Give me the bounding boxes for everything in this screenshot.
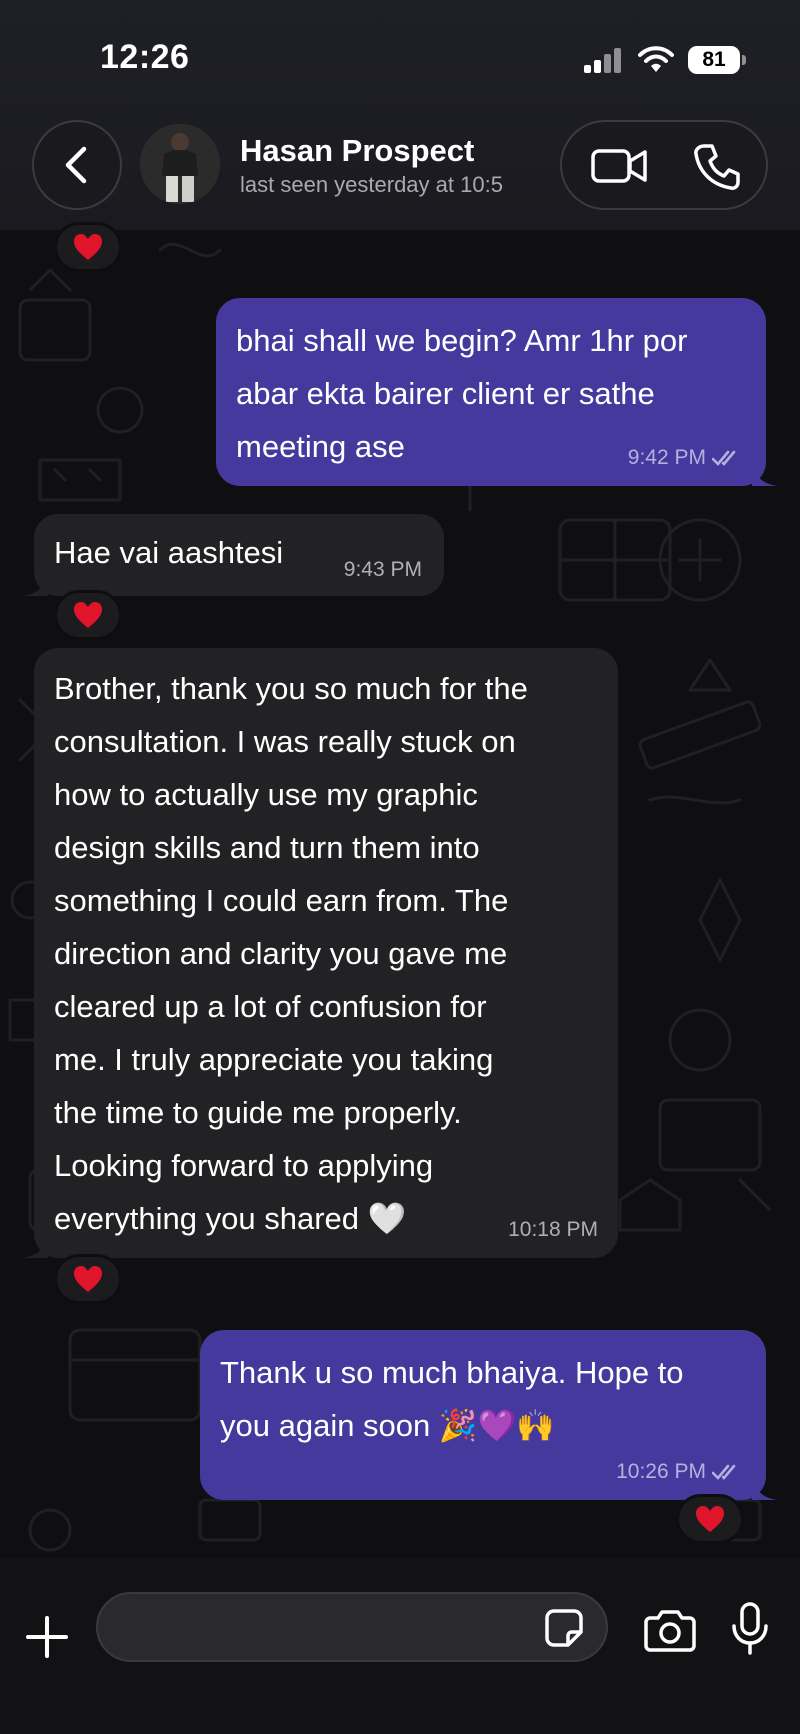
message-bubble-incoming[interactable]: Brother, thank you so much for the consu…: [22, 648, 618, 1258]
message-input[interactable]: [96, 1592, 608, 1662]
message-bubble-outgoing[interactable]: bhai shall we begin? Amr 1hr por abar ek…: [216, 298, 778, 486]
read-receipt-icon: [712, 1464, 736, 1480]
message-line: everything you shared 🤍: [54, 1201, 407, 1236]
message-timestamp: 10:26 PM: [616, 1460, 742, 1484]
video-call-icon: [591, 149, 647, 183]
message-line: Brother, thank you so much for the: [54, 671, 528, 706]
back-chevron-icon: [65, 146, 87, 184]
message-text: bhai shall we begin? Amr 1hr por abar ek…: [236, 314, 687, 473]
message-bubble-outgoing[interactable]: Thank u so much bhaiya. Hope to you agai…: [200, 1330, 778, 1500]
contact-name[interactable]: Hasan Prospect: [240, 133, 474, 169]
message-text: Hae vai aashtesi: [54, 526, 283, 579]
message-input-bar: [0, 1558, 800, 1734]
voice-call-button[interactable]: [692, 142, 742, 192]
video-call-button[interactable]: [590, 146, 650, 186]
message-line: the time to guide me properly.: [54, 1095, 462, 1130]
heart-icon: [696, 1506, 724, 1532]
timestamp-text: 10:18 PM: [508, 1218, 598, 1241]
heart-icon: [74, 234, 102, 260]
message-line: abar ekta bairer client er sathe: [236, 376, 655, 411]
read-receipt-icon: [712, 450, 736, 466]
message-line: bhai shall we begin? Amr 1hr por: [236, 323, 688, 358]
bubble-tail: [22, 1232, 48, 1258]
message-timestamp: 10:18 PM: [508, 1218, 598, 1242]
battery-icon: 81: [688, 46, 746, 74]
plus-icon: [26, 1616, 68, 1658]
message-timestamp: 9:43 PM: [344, 558, 422, 582]
sticker-icon: [545, 1609, 583, 1647]
call-actions: [560, 120, 768, 210]
bubble-tail: [752, 460, 778, 486]
contact-avatar[interactable]: [140, 124, 220, 204]
message-line: you again soon 🎉💜🙌: [220, 1408, 555, 1443]
chat-header: 12:26 81 Hasan Prospect last seen yester…: [0, 0, 800, 230]
message-line: how to actually use my graphic: [54, 777, 478, 812]
reaction-heart[interactable]: [54, 1254, 122, 1304]
timestamp-text: 10:26 PM: [616, 1460, 706, 1483]
heart-icon: [74, 1266, 102, 1292]
message-line: Thank u so much bhaiya. Hope to: [220, 1355, 684, 1390]
timestamp-text: 9:43 PM: [343, 558, 422, 581]
heart-icon: [74, 602, 102, 628]
status-bar: 12:26 81: [0, 0, 800, 110]
message-text: Brother, thank you so much for the consu…: [54, 662, 528, 1245]
status-time: 12:26: [100, 38, 190, 76]
message-line: consultation. I was really stuck on: [54, 724, 516, 759]
attach-button[interactable]: [24, 1614, 70, 1660]
message-line: me. I truly appreciate you taking: [54, 1042, 494, 1077]
reaction-heart[interactable]: [54, 590, 122, 640]
message-line: Looking forward to applying: [54, 1148, 434, 1183]
status-icons: 81: [584, 44, 746, 76]
microphone-button[interactable]: [730, 1602, 770, 1656]
sticker-button[interactable]: [544, 1608, 584, 1648]
back-button[interactable]: [32, 120, 122, 210]
contact-last-seen: last seen yesterday at 10:5: [240, 172, 503, 197]
reaction-heart[interactable]: [54, 222, 122, 272]
message-line: cleared up a lot of confusion for: [54, 989, 487, 1024]
microphone-icon: [732, 1602, 768, 1655]
message-line: Hae vai aashtesi: [54, 535, 284, 570]
message-line: direction and clarity you gave me: [54, 936, 508, 971]
bubble-tail: [22, 570, 48, 596]
message-bubble-incoming[interactable]: Hae vai aashtesi 9:43 PM: [22, 514, 444, 596]
reaction-heart[interactable]: [676, 1494, 744, 1544]
message-line: meeting ase: [236, 429, 405, 464]
message-text: Thank u so much bhaiya. Hope to you agai…: [220, 1346, 684, 1452]
cellular-signal-icon: [584, 48, 621, 73]
message-line: design skills and turn them into: [54, 830, 480, 865]
camera-icon: [644, 1610, 696, 1652]
timestamp-text: 9:42 PM: [627, 446, 706, 469]
wifi-icon: [638, 46, 674, 72]
message-line: something I could earn from. The: [54, 883, 509, 918]
bubble-tail: [752, 1474, 778, 1500]
message-timestamp: 9:42 PM: [628, 446, 742, 470]
camera-button[interactable]: [644, 1608, 696, 1652]
phone-call-icon: [694, 144, 740, 190]
